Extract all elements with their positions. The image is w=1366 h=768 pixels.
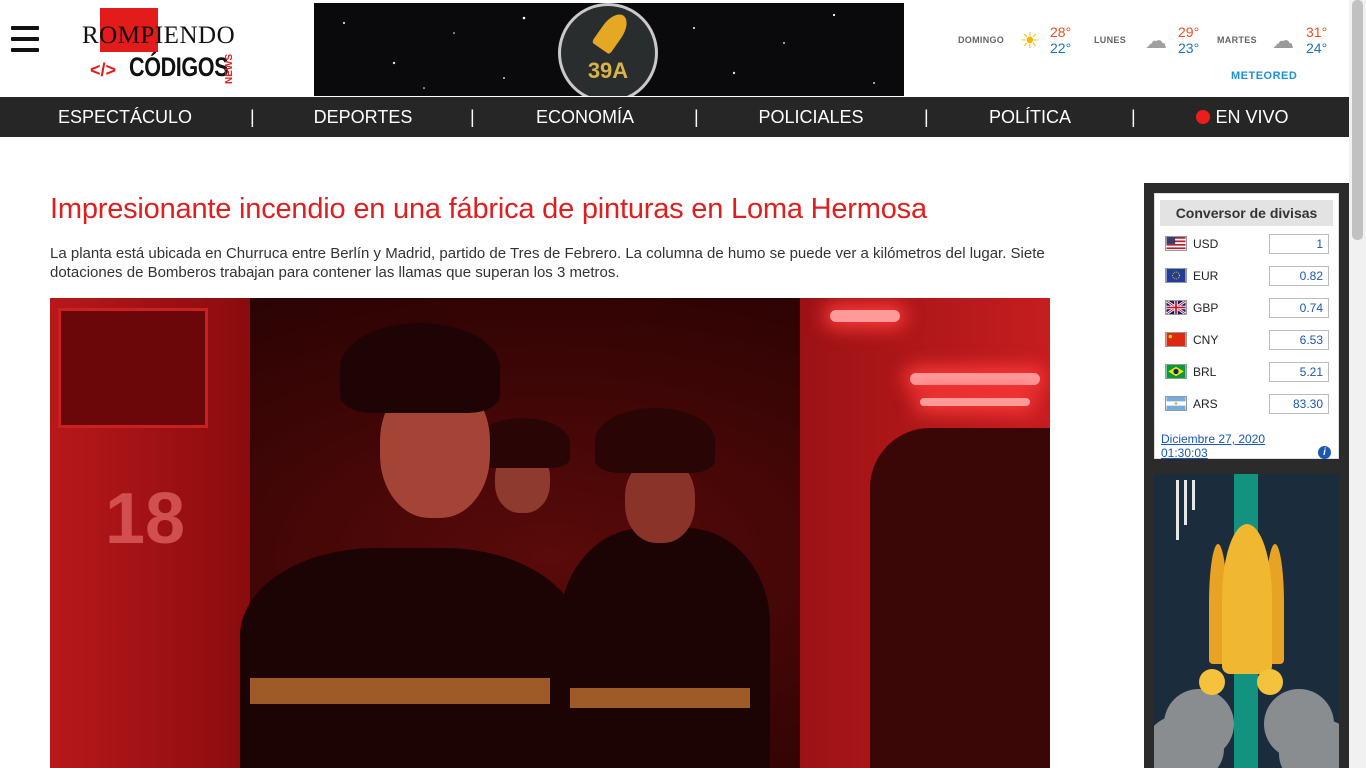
sidebar: Conversor de divisas USD 1 EUR 0.82 GBP …: [1144, 183, 1349, 768]
weather-day-name: MARTES: [1217, 35, 1257, 45]
currency-input[interactable]: 1: [1269, 234, 1329, 254]
nav-separator: |: [1131, 107, 1136, 127]
currency-input[interactable]: 0.74: [1269, 298, 1329, 318]
currency-row: EUR 0.82: [1165, 266, 1330, 286]
rocket-icon: [1222, 524, 1272, 674]
logo-bottom-text: CÓDIGOS: [129, 52, 229, 82]
flame-icon: [1199, 669, 1225, 695]
currency-row: ARS 83.30: [1165, 394, 1330, 414]
currency-code: CNY: [1193, 333, 1219, 347]
currency-time: 01:30:03: [1161, 446, 1208, 460]
nav-live-label: EN VIVO: [1215, 107, 1289, 127]
weather-temps: 28° 22°: [1050, 24, 1071, 56]
currency-row: BRL 5.21: [1165, 362, 1330, 382]
reflective-stripe: [570, 688, 750, 708]
currency-converter-title: Conversor de divisas: [1160, 200, 1333, 226]
siren-light: [920, 398, 1030, 406]
firefighter-coat: [560, 528, 770, 768]
cloud-icon: ☁: [1145, 28, 1167, 53]
truck-number: 18: [105, 479, 186, 559]
scrollbar-thumb[interactable]: [1352, 0, 1363, 240]
firefighter-helmet: [595, 408, 715, 473]
nav-item-espectaculo[interactable]: ESPECTÁCULO: [40, 97, 210, 137]
temp-high: 31°: [1306, 24, 1328, 40]
currency-code: USD: [1193, 237, 1219, 251]
currency-row: GBP 0.74: [1165, 298, 1330, 318]
top-ad-banner[interactable]: 39A: [314, 3, 904, 96]
currency-input[interactable]: 0.82: [1269, 266, 1329, 286]
main-nav: ESPECTÁCULO | DEPORTES | ECONOMÍA | POLI…: [0, 97, 1349, 137]
info-icon[interactable]: i: [1318, 446, 1331, 459]
nav-item-policiales[interactable]: POLICIALES: [740, 97, 882, 137]
logo-code-symbol: </>: [90, 60, 117, 80]
page-scrollbar[interactable]: [1349, 0, 1366, 768]
banner-badge-text: 39A: [587, 58, 629, 83]
gb-flag-icon: [1165, 300, 1187, 315]
siren-light: [830, 310, 900, 322]
currency-input[interactable]: 6.53: [1269, 330, 1329, 350]
sidebar-ad-banner[interactable]: [1154, 474, 1339, 768]
weather-temps: 31° 24°: [1306, 24, 1327, 56]
nav-item-economia[interactable]: ECONOMÍA: [515, 97, 655, 137]
temp-low: 23°: [1178, 40, 1200, 56]
article-headline[interactable]: Impresionante incendio en una fábrica de…: [50, 193, 1050, 226]
currency-date-link[interactable]: Diciembre 27, 2020 01:30:03: [1161, 432, 1265, 460]
currency-row: USD 1: [1165, 234, 1330, 254]
fire-truck-left: 18: [50, 298, 250, 768]
nav-item-deportes[interactable]: DEPORTES: [293, 97, 433, 137]
temp-high: 29°: [1178, 24, 1200, 40]
eu-flag-icon: [1165, 268, 1187, 283]
nav-separator: |: [924, 107, 929, 127]
nav-separator: |: [694, 107, 699, 127]
currency-code: GBP: [1193, 301, 1219, 315]
nav-item-politica[interactable]: POLÍTICA: [970, 97, 1090, 137]
currency-date: Diciembre 27, 2020: [1161, 432, 1266, 446]
currency-input[interactable]: 5.21: [1269, 362, 1329, 382]
cn-flag-icon: [1165, 332, 1187, 347]
weather-provider-link[interactable]: METEORED: [1231, 70, 1297, 82]
nav-item-en-vivo[interactable]: EN VIVO: [1185, 97, 1300, 137]
us-flag-icon: [1165, 236, 1187, 251]
logo-top-text: ROMPIENDO: [82, 22, 236, 49]
firefighter-helmet: [340, 323, 500, 413]
cloud-sun-rain-icon: ☁: [1272, 28, 1294, 53]
firefighter-coat: [240, 548, 580, 768]
vehicle-silhouette: [870, 428, 1050, 768]
site-logo[interactable]: ROMPIENDO </> CÓDIGOS NEWS: [82, 8, 252, 88]
article-lede: La planta está ubicada en Churruca entre…: [50, 245, 1045, 281]
nav-separator: |: [470, 107, 475, 127]
weather-temps: 29° 23°: [1178, 24, 1199, 56]
reflective-stripe: [250, 678, 550, 704]
nav-separator: |: [250, 107, 255, 127]
article-hero-image[interactable]: 18: [50, 298, 1050, 768]
currency-converter: Conversor de divisas USD 1 EUR 0.82 GBP …: [1154, 193, 1339, 460]
menu-icon[interactable]: [11, 26, 39, 56]
ar-flag-icon: [1165, 396, 1187, 411]
siren-light: [910, 373, 1040, 385]
launch-pad-badge: 39A: [558, 3, 658, 96]
currency-row: CNY 6.53: [1165, 330, 1330, 350]
currency-code: EUR: [1193, 269, 1219, 283]
weather-day-name: DOMINGO: [958, 35, 1005, 45]
currency-code: BRL: [1193, 365, 1217, 379]
temp-high: 28°: [1050, 24, 1072, 40]
currency-code: ARS: [1193, 397, 1218, 411]
page: ROMPIENDO </> CÓDIGOS NEWS 39A DOMINGO ☀…: [0, 0, 1366, 768]
br-flag-icon: [1165, 364, 1187, 379]
temp-low: 22°: [1050, 40, 1072, 56]
sun-icon: ☀: [1020, 28, 1040, 53]
weather-widget[interactable]: DOMINGO ☀ 28° 22° LUNES ☁ 29° 23° MARTES…: [950, 20, 1345, 90]
temp-low: 24°: [1306, 40, 1328, 56]
flame-icon: [1257, 669, 1283, 695]
live-dot-icon: [1196, 110, 1211, 124]
logo-news-text: NEWS: [224, 54, 235, 84]
rocket-icon: [591, 9, 633, 55]
weather-day-name: LUNES: [1094, 35, 1127, 45]
currency-input[interactable]: 83.30: [1269, 394, 1329, 414]
